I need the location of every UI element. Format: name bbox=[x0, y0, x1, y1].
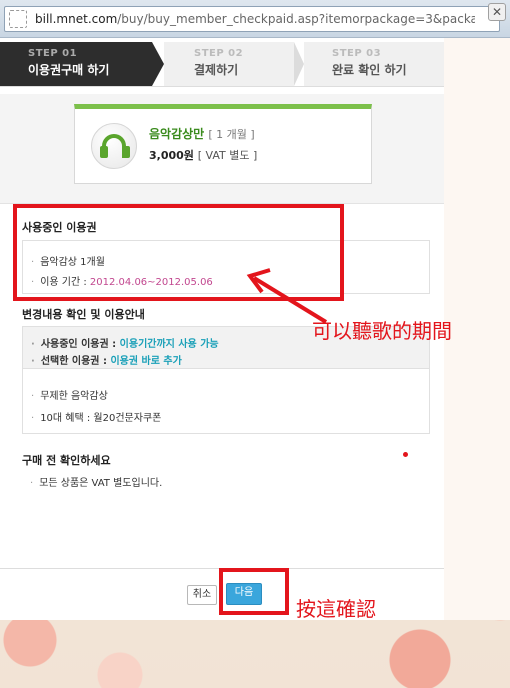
product-name: 음악감상만 [ 1 개월 ] bbox=[149, 125, 255, 142]
step-1-arrow bbox=[152, 42, 164, 86]
step-1-label: 이용권구매 하기 bbox=[28, 63, 110, 77]
notice-item: · 모든 상품은 VAT 별도입니다. bbox=[30, 478, 163, 489]
product-vat: [ VAT 별도 ] bbox=[197, 149, 258, 162]
step-3: STEP 03 완료 확인 하기 bbox=[304, 42, 444, 86]
current-pass-value: 이용기간까지 사용 가능 bbox=[119, 339, 219, 350]
product-area: 음악감상만 [ 1 개월 ] 3,000원 [ VAT 별도 ] bbox=[0, 94, 444, 204]
product-card: 음악감상만 [ 1 개월 ] 3,000원 [ VAT 별도 ] bbox=[74, 104, 372, 184]
confirm-highlight-box bbox=[219, 568, 289, 615]
url-field[interactable]: bill.mnet.com/buy/buy_member_checkpaid.a… bbox=[4, 6, 500, 32]
benefit-row-2: · 10대 혜택 : 월20건문자쿠폰 bbox=[31, 413, 162, 424]
step-separator bbox=[294, 42, 304, 86]
browser-address-bar: bill.mnet.com/buy/buy_member_checkpaid.a… bbox=[0, 0, 510, 38]
step-2-label: 결제하기 bbox=[194, 63, 239, 77]
headphones-right-cup bbox=[122, 146, 130, 158]
url-host: bill.mnet.com bbox=[35, 12, 118, 26]
step-3-label: 완료 확인 하기 bbox=[332, 63, 407, 77]
confirm-annotation: 按這確認 bbox=[296, 597, 376, 621]
change-info-title: 변경내용 확인 및 이용안내 bbox=[22, 308, 145, 321]
headphones-icon bbox=[91, 123, 137, 169]
headphones-left-cup bbox=[100, 146, 108, 158]
product-period: [ 1 개월 ] bbox=[208, 128, 255, 141]
page-icon bbox=[9, 10, 27, 28]
selected-pass-label: 선택한 이용권 : bbox=[40, 356, 107, 367]
product-price: 3,000원 [ VAT 별도 ] bbox=[149, 147, 257, 163]
product-price-value: 3,000원 bbox=[149, 149, 194, 162]
notice-item-text: 모든 상품은 VAT 별도입니다. bbox=[39, 478, 163, 489]
step-3-number: STEP 03 bbox=[332, 48, 382, 59]
step-progress: STEP 01 이용권구매 하기 STEP 02 결제하기 STEP 03 완료… bbox=[0, 42, 444, 86]
cancel-button[interactable]: 취소 bbox=[187, 585, 217, 605]
product-name-text: 음악감상만 bbox=[149, 127, 205, 141]
selected-pass-row: · 선택한 이용권 : 이용권 바로 추가 bbox=[31, 356, 182, 367]
url-text: bill.mnet.com/buy/buy_member_checkpaid.a… bbox=[35, 12, 475, 26]
benefit-1-text: 무제한 음악감상 bbox=[40, 391, 108, 402]
url-path: /buy/buy_member_checkpaid.asp?itemorpack… bbox=[117, 12, 475, 26]
current-pass-row: · 사용중인 이용권 : 이용기간까지 사용 가능 bbox=[31, 339, 219, 350]
red-dot-mark bbox=[403, 452, 408, 457]
steps-divider bbox=[0, 86, 444, 87]
selected-pass-value: 이용권 바로 추가 bbox=[110, 356, 182, 367]
period-annotation: 可以聽歌的期間 bbox=[312, 319, 452, 343]
benefit-2-text: 10대 혜택 : 월20건문자쿠폰 bbox=[40, 413, 162, 424]
close-icon[interactable]: ✕ bbox=[488, 3, 506, 21]
notice-title: 구매 전 확인하세요 bbox=[22, 454, 111, 467]
step-1: STEP 01 이용권구매 하기 bbox=[0, 42, 152, 86]
step-2: STEP 02 결제하기 bbox=[164, 42, 294, 86]
step-1-number: STEP 01 bbox=[28, 48, 78, 59]
window-right-strip bbox=[444, 38, 510, 620]
step-2-number: STEP 02 bbox=[194, 48, 244, 59]
current-pass-label: 사용중인 이용권 : bbox=[40, 339, 117, 350]
benefit-row-1: · 무제한 음악감상 bbox=[31, 391, 108, 402]
